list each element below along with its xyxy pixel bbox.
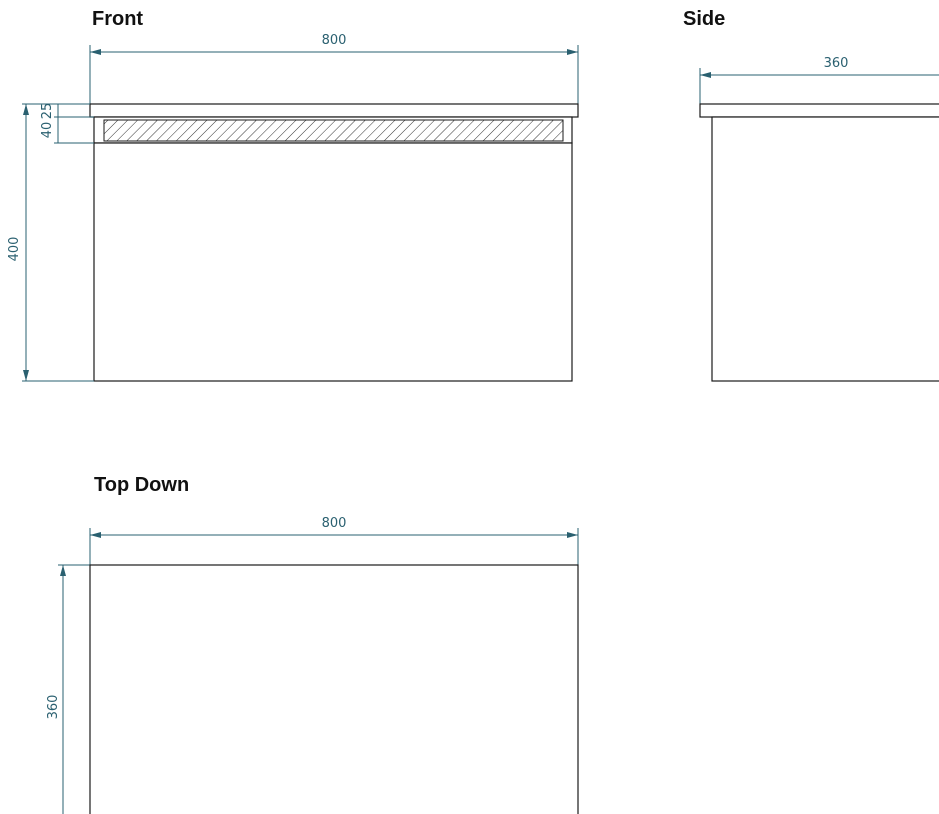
front-drawer-height-dimension: 40 xyxy=(40,117,94,144)
top-depth-dimension: 360 xyxy=(46,564,90,814)
front-width-label: 800 xyxy=(322,33,347,48)
front-height-label: 400 xyxy=(7,237,22,262)
front-top-thickness-dimension: 25 xyxy=(40,103,94,120)
side-depth-dimension: 360 xyxy=(699,56,939,104)
front-top-thickness-label: 25 xyxy=(40,103,55,120)
top-view: 800 360 xyxy=(46,516,579,814)
side-view: 360 xyxy=(699,56,939,382)
side-countertop xyxy=(699,103,939,118)
top-width-label: 800 xyxy=(322,516,347,531)
front-drawer-height-label: 40 xyxy=(40,122,55,139)
top-cabinet-outline xyxy=(89,564,579,814)
top-width-dimension: 800 xyxy=(89,516,579,565)
front-cabinet-body xyxy=(93,142,573,382)
front-view: 800 400 25 40 xyxy=(7,33,579,382)
side-depth-label: 360 xyxy=(824,56,849,71)
technical-drawing: 800 400 25 40 360 800 360 xyxy=(7,33,939,814)
front-height-dimension: 400 xyxy=(7,103,94,382)
top-depth-label: 360 xyxy=(46,695,61,720)
front-countertop xyxy=(89,103,579,118)
side-cabinet-body xyxy=(711,116,939,382)
front-width-dimension: 800 xyxy=(89,33,579,104)
front-drawer-hatch xyxy=(103,119,564,142)
